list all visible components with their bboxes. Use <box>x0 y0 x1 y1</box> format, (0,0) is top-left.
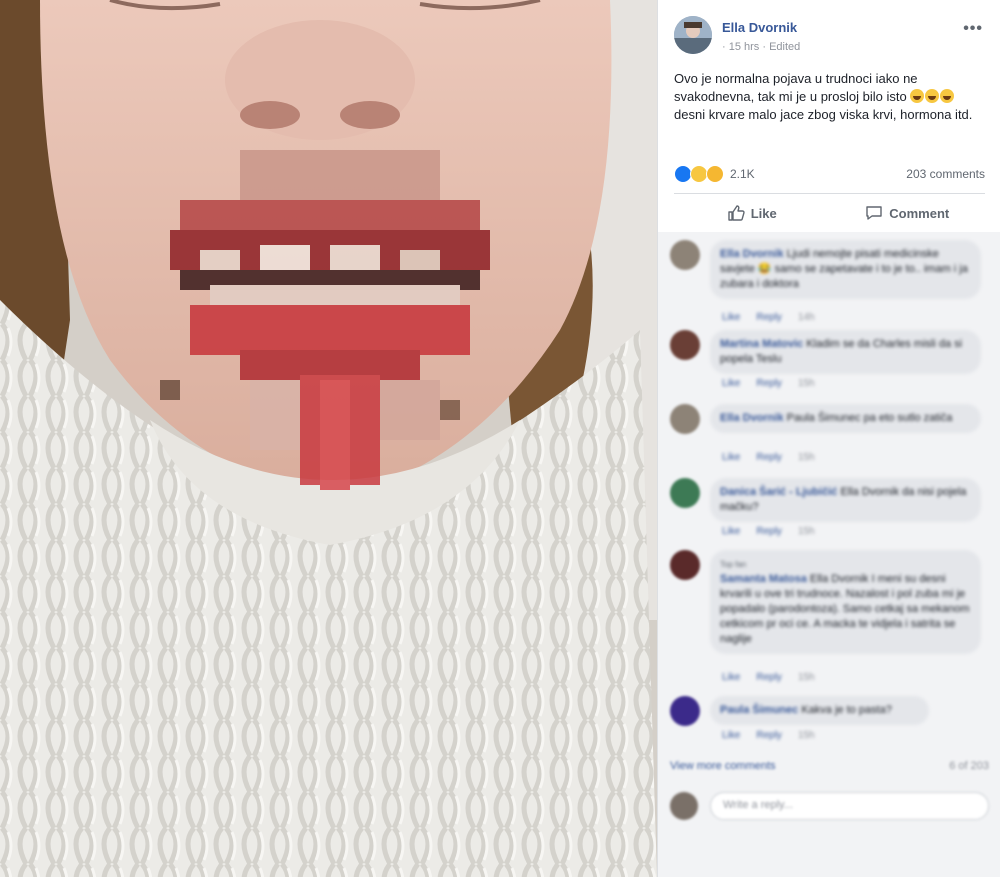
comment-time: 15h <box>797 452 815 463</box>
comment-reply-link[interactable]: Reply <box>756 526 782 537</box>
like-button-label: Like <box>750 205 777 221</box>
comment-reply-link[interactable]: Reply <box>756 312 782 323</box>
post-author[interactable]: Ella Dvornik <box>722 20 797 35</box>
post-panel: Ella Dvornik · 15 hrs · Edited ••• Ovo j… <box>657 0 1000 877</box>
comment-like-link[interactable]: Like <box>722 526 740 537</box>
comment-meta: Like Reply 15h <box>722 452 831 463</box>
commenter-avatar[interactable] <box>670 330 700 360</box>
more-options-icon[interactable]: ••• <box>963 20 983 38</box>
view-more-link[interactable]: View more comments <box>670 760 776 772</box>
comment-like-link[interactable]: Like <box>722 672 740 683</box>
comment-button-label: Comment <box>889 205 950 221</box>
commenter-avatar[interactable] <box>670 478 700 508</box>
divider <box>674 193 985 194</box>
reply-input[interactable]: Write a reply... <box>710 792 989 820</box>
post-text-line: svakodnevna, tak mi je u prosloj bilo is… <box>674 89 907 104</box>
comment-bubble: Ella Dvornik Ljudi nemojte pisati medici… <box>710 240 981 299</box>
comment-time: 14h <box>797 312 815 323</box>
comment: Ella Dvornik Paula Šimunec pa eto sutlo … <box>670 404 989 464</box>
reply-row: Write a reply... <box>670 790 989 826</box>
post-meta: · 15 hrs · Edited <box>722 41 801 53</box>
comment: Danica Šarić - Ljubičić Ella Dvornik da … <box>670 478 989 538</box>
comment-meta: Like Reply 14h <box>722 312 831 323</box>
view-more-comments[interactable]: View more comments 6 of 203 <box>670 760 989 772</box>
comment-meta: Like Reply 15h <box>722 378 831 389</box>
comment-bubble: Martina Matovic Kladim se da Charles mis… <box>710 330 981 374</box>
comment-time: 15h <box>797 730 815 741</box>
comment-reply-link[interactable]: Reply <box>756 730 782 741</box>
laughing-emoji-icon <box>925 89 940 103</box>
comment-like-link[interactable]: Like <box>722 312 740 323</box>
comment-text: Kakva je to pasta? <box>801 704 892 716</box>
comment-author[interactable]: Paula Šimunec <box>720 704 798 716</box>
commenter-avatar[interactable] <box>670 696 700 726</box>
comment-author[interactable]: Ella Dvornik <box>720 412 784 424</box>
laughing-emoji-icon <box>940 89 955 103</box>
comment-reply-link[interactable]: Reply <box>756 672 782 683</box>
comment-author[interactable]: Ella Dvornik <box>720 248 784 260</box>
top-fan-badge: Top fan <box>720 560 747 569</box>
comment-bubble: Top fan Samanta Matosa Ella Dvornik I men… <box>710 550 981 654</box>
comment-meta: Like Reply 15h <box>722 730 831 741</box>
commenter-avatar[interactable] <box>670 404 700 434</box>
comment: Top fan Samanta Matosa Ella Dvornik I men… <box>670 550 989 690</box>
comment-time: 15h <box>797 672 815 683</box>
post-text-line: Ovo je normalna pojava u trudnoci iako n… <box>674 71 918 86</box>
comment-icon <box>866 206 882 220</box>
comment-text: Paula Šimunec pa eto sutlo zatiča <box>786 412 953 424</box>
post-actions: Like Comment <box>674 195 985 231</box>
comment-meta: Like Reply 15h <box>722 672 831 683</box>
comment-button[interactable]: Comment <box>830 195 986 231</box>
reaction-count[interactable]: 2.1K <box>730 167 755 181</box>
comment-bubble: Danica Šarić - Ljubičić Ella Dvornik da … <box>710 478 981 522</box>
comment-meta: Like Reply 15h <box>722 526 831 537</box>
post-text-line: desni krvare malo jace zbog viska krvi, … <box>674 107 973 122</box>
comment: Ella Dvornik Ljudi nemojte pisati medici… <box>670 240 989 323</box>
comment-reply-link[interactable]: Reply <box>756 378 782 389</box>
post-text: Ovo je normalna pojava u trudnoci iako n… <box>674 70 989 124</box>
like-button[interactable]: Like <box>674 195 830 231</box>
post-header: Ella Dvornik · 15 hrs · Edited ••• <box>674 14 989 60</box>
comment: Paula Šimunec Kakva je to pasta? Like Rep… <box>670 696 989 746</box>
comment-author[interactable]: Samanta Matosa <box>720 573 807 585</box>
comment-author[interactable]: Martina Matovic <box>720 338 803 350</box>
commenter-avatar[interactable] <box>670 240 700 270</box>
post-text-line-with-emoji: svakodnevna, tak mi je u prosloj bilo is… <box>674 88 989 106</box>
comments-section: Ella Dvornik Ljudi nemojte pisati medici… <box>658 232 1000 877</box>
wow-reaction-icon <box>706 165 724 183</box>
comment-like-link[interactable]: Like <box>722 452 740 463</box>
comment-reply-link[interactable]: Reply <box>756 452 782 463</box>
laughing-emoji-icon <box>910 89 925 103</box>
comment-like-link[interactable]: Like <box>722 378 740 389</box>
comment: Martina Matovic Kladim se da Charles mis… <box>670 330 989 390</box>
reactions-bar[interactable]: 2.1K 203 comments <box>674 163 985 185</box>
commenter-avatar[interactable] <box>670 550 700 580</box>
thumbs-up-icon <box>728 205 745 221</box>
author-avatar[interactable] <box>674 16 712 54</box>
current-user-avatar <box>670 792 698 820</box>
comment-like-link[interactable]: Like <box>722 730 740 741</box>
comment-time: 15h <box>797 378 815 389</box>
comments-count[interactable]: 203 comments <box>906 167 985 181</box>
comment-time: 15h <box>797 526 815 537</box>
post-photo[interactable] <box>0 0 657 877</box>
comment-pagination: 6 of 203 <box>949 760 989 772</box>
comment-author[interactable]: Danica Šarić - Ljubičić <box>720 486 837 498</box>
comment-bubble: Ella Dvornik Paula Šimunec pa eto sutlo … <box>710 404 981 433</box>
comment-bubble: Paula Šimunec Kakva je to pasta? <box>710 696 929 725</box>
